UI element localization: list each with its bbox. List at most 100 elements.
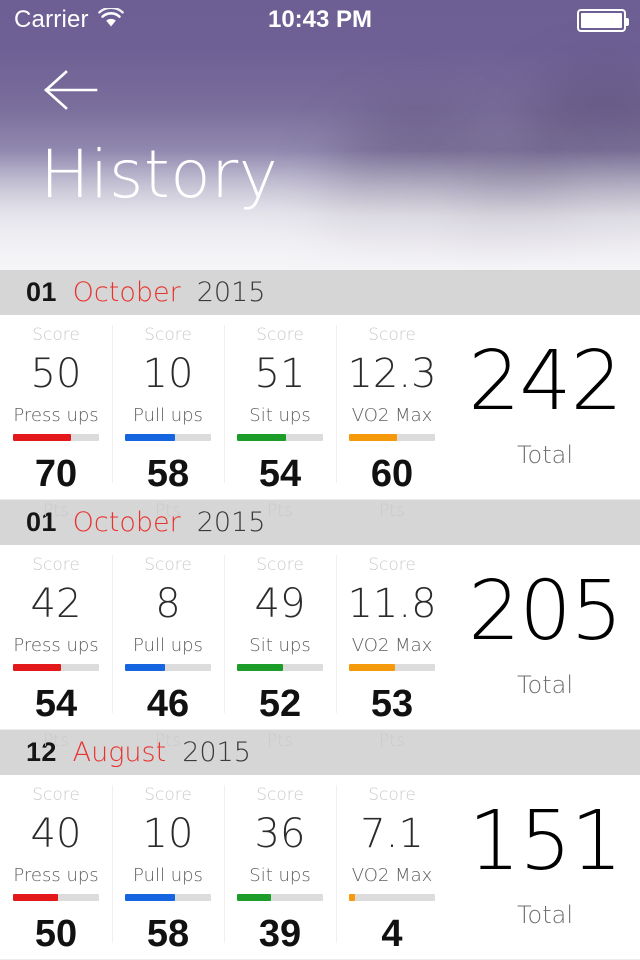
- progress-fill: [349, 434, 398, 441]
- points-value: 4: [381, 913, 403, 955]
- status-bar: Carrier 10:43 PM: [0, 0, 640, 40]
- progress-fill: [237, 664, 284, 671]
- progress-fill: [125, 664, 165, 671]
- total-value: 151: [468, 794, 623, 890]
- history-list: 01 October 2015 Score 50 Press ups 70 Pt…: [0, 270, 640, 960]
- status-bar-left: Carrier: [14, 6, 124, 34]
- progress-track: [13, 434, 99, 441]
- score-label: Score: [368, 325, 416, 345]
- metric-name: Press ups: [13, 865, 99, 886]
- metric-name: Pull ups: [133, 405, 203, 426]
- metric-press-ups: Score 42 Press ups 54 Pts: [0, 545, 112, 750]
- points-label: Pts: [155, 501, 181, 521]
- score-value: 11.8: [347, 581, 437, 627]
- progress-fill: [13, 664, 62, 671]
- points-label: Pts: [267, 501, 293, 521]
- progress-track: [125, 894, 211, 901]
- progress-fill: [237, 894, 272, 901]
- points-value: 50: [34, 913, 78, 955]
- metric-name: Press ups: [13, 405, 99, 426]
- metric-vo2-max: Score 12.3 VO2 Max 60 Pts: [336, 315, 448, 520]
- progress-track: [237, 664, 323, 671]
- score-label: Score: [144, 785, 192, 805]
- score-label: Score: [368, 785, 416, 805]
- score-value: 10: [142, 811, 194, 857]
- score-value: 8: [155, 581, 181, 627]
- score-value: 50: [30, 351, 82, 397]
- metric-pull-ups: Score 8 Pull ups 46 Pts: [112, 545, 224, 750]
- progress-track: [13, 664, 99, 671]
- page-header: Carrier 10:43 PM History: [0, 0, 640, 270]
- points-label: Pts: [155, 731, 181, 751]
- carrier-label: Carrier: [14, 6, 89, 33]
- metric-name: VO2 Max: [351, 635, 433, 656]
- progress-fill: [349, 664, 395, 671]
- wifi-icon: [97, 6, 124, 34]
- score-value: 49: [254, 581, 306, 627]
- history-record[interactable]: Score 40 Press ups 50 Pts Score 10 Pull …: [0, 775, 640, 960]
- progress-track: [125, 434, 211, 441]
- score-label: Score: [32, 785, 80, 805]
- points-label: Pts: [43, 731, 69, 751]
- metric-press-ups: Score 40 Press ups 50 Pts: [0, 775, 112, 959]
- progress-track: [13, 894, 99, 901]
- score-value: 10: [142, 351, 194, 397]
- score-value: 7.1: [360, 811, 424, 857]
- metric-press-ups: Score 50 Press ups 70 Pts: [0, 315, 112, 520]
- score-label: Score: [256, 325, 304, 345]
- progress-track: [237, 434, 323, 441]
- metric-vo2-max: Score 11.8 VO2 Max 53 Pts: [336, 545, 448, 750]
- total-block: 242 Total: [450, 315, 640, 499]
- points-label: Pts: [379, 731, 405, 751]
- progress-track: [349, 664, 435, 671]
- metric-group: Score 42 Press ups 54 Pts Score 8 Pull u…: [0, 545, 450, 750]
- metric-name: Sit ups: [249, 635, 311, 656]
- points-value: 54: [34, 683, 78, 725]
- status-bar-right: [577, 8, 629, 32]
- total-value: 242: [468, 334, 623, 430]
- metric-sit-ups: Score 51 Sit ups 54 Pts: [224, 315, 336, 520]
- metric-name: VO2 Max: [351, 865, 433, 886]
- metric-name: Sit ups: [249, 405, 311, 426]
- progress-fill: [125, 894, 175, 901]
- points-value: 58: [146, 913, 190, 955]
- score-label: Score: [144, 555, 192, 575]
- total-value: 205: [468, 564, 623, 660]
- progress-fill: [125, 434, 175, 441]
- points-value: 54: [258, 453, 302, 495]
- score-label: Score: [256, 785, 304, 805]
- date-year: 2015: [196, 277, 266, 308]
- date-header: 01 October 2015: [0, 270, 640, 315]
- total-label: Total: [516, 900, 574, 929]
- score-value: 42: [30, 581, 82, 627]
- points-value: 70: [34, 453, 78, 495]
- battery-icon: [577, 8, 629, 32]
- metric-name: Sit ups: [249, 865, 311, 886]
- metric-name: Pull ups: [133, 865, 203, 886]
- history-record[interactable]: Score 42 Press ups 54 Pts Score 8 Pull u…: [0, 545, 640, 750]
- score-value: 36: [254, 811, 306, 857]
- points-value: 53: [370, 683, 414, 725]
- points-value: 46: [146, 683, 190, 725]
- score-label: Score: [32, 325, 80, 345]
- progress-fill: [237, 434, 287, 441]
- metric-sit-ups: Score 36 Sit ups 39 Pts: [224, 775, 336, 959]
- history-record[interactable]: Score 50 Press ups 70 Pts Score 10 Pull …: [0, 315, 640, 520]
- total-label: Total: [516, 670, 574, 699]
- score-value: 40: [30, 811, 82, 857]
- arrow-left-icon: [38, 70, 102, 122]
- back-button[interactable]: [38, 62, 102, 118]
- points-value: 39: [258, 913, 302, 955]
- points-label: Pts: [43, 501, 69, 521]
- metric-pull-ups: Score 10 Pull ups 58 Pts: [112, 775, 224, 959]
- progress-track: [349, 894, 435, 901]
- date-month: October: [72, 277, 181, 308]
- score-value: 51: [254, 351, 306, 397]
- metric-sit-ups: Score 49 Sit ups 52 Pts: [224, 545, 336, 750]
- metric-pull-ups: Score 10 Pull ups 58 Pts: [112, 315, 224, 520]
- score-label: Score: [144, 325, 192, 345]
- score-value: 12.3: [347, 351, 437, 397]
- total-block: 151 Total: [450, 775, 640, 959]
- total-label: Total: [516, 440, 574, 469]
- points-value: 52: [258, 683, 302, 725]
